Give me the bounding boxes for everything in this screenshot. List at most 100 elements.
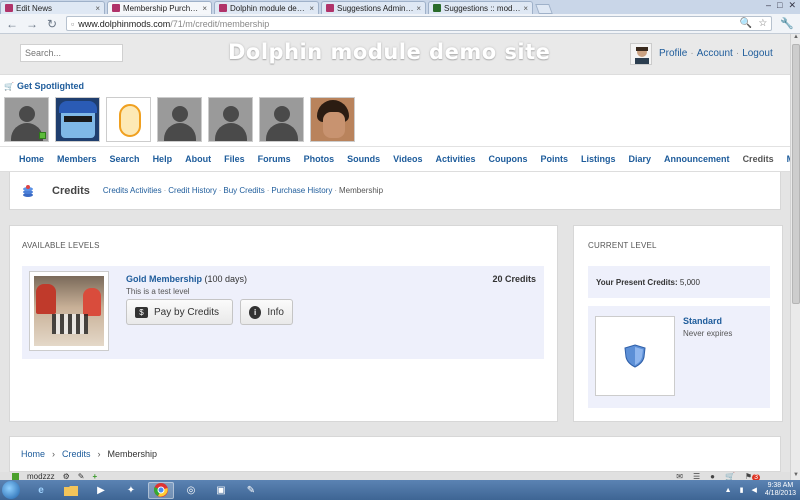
member-thumbnail[interactable] [310, 97, 355, 142]
system-clock[interactable]: 9:38 AM 4/18/2013 [765, 482, 796, 498]
settings-wrench-icon[interactable]: 🔧 [780, 17, 794, 30]
tab-label: Edit News [16, 3, 53, 13]
nav-search[interactable]: Search [110, 154, 140, 164]
browser-tab[interactable]: Dolphin module demo si...× [214, 1, 319, 14]
membership-level-card: Gold Membership (100 days) 20 Credits Th… [22, 266, 544, 359]
level-title: Gold Membership (100 days) [126, 274, 247, 284]
network-icon[interactable]: ▮ [740, 486, 744, 494]
start-button[interactable] [2, 481, 20, 499]
volume-icon[interactable]: ◀ [751, 486, 756, 494]
scroll-up-icon[interactable]: ▲ [791, 34, 800, 42]
app-icon[interactable]: ✦ [118, 482, 144, 499]
breadcrumb-home[interactable]: Home [21, 449, 45, 459]
member-thumbnail[interactable] [157, 97, 202, 142]
media-player-icon[interactable]: ▶ [88, 482, 114, 499]
bookmark-star-icon[interactable]: ☆ [758, 18, 767, 29]
site-favicon-icon [433, 4, 441, 12]
paint-icon[interactable]: ✎ [238, 482, 264, 499]
address-bar[interactable]: ▫ www.dolphinmods.com/71/m/credit/member… [66, 16, 773, 31]
window-controls: – □ ✕ [766, 0, 796, 11]
breadcrumb-current: Membership [107, 449, 158, 459]
current-level-panel: CURRENT LEVEL Your Present Credits: 5,00… [573, 225, 783, 422]
pay-by-credits-button[interactable]: $ Pay by Credits [126, 299, 233, 325]
tab-label: Suggestions :: modzzz's p... [444, 3, 521, 13]
site-search-input[interactable] [20, 44, 123, 62]
current-level-heading: CURRENT LEVEL [588, 241, 657, 250]
nav-files[interactable]: Files [224, 154, 245, 164]
nav-members[interactable]: Members [57, 154, 97, 164]
member-thumbnail[interactable] [208, 97, 253, 142]
maximize-icon[interactable]: □ [777, 0, 782, 11]
account-link[interactable]: Account [697, 48, 733, 59]
separator: · [218, 186, 222, 195]
minimize-icon[interactable]: – [766, 0, 771, 11]
buy-credits-link[interactable]: Buy Credits [223, 186, 264, 195]
tray-arrow-icon[interactable]: ▲ [725, 487, 732, 494]
site-title[interactable]: Dolphin module demo site [228, 40, 550, 64]
present-credits-row: Your Present Credits: 5,000 [588, 266, 770, 298]
level-thumbnail[interactable] [595, 316, 675, 396]
member-thumbnail[interactable] [259, 97, 304, 142]
cart-icon: 🛒 [4, 81, 14, 91]
section-submenu: Credits Credits Activities · Credit Histor… [9, 172, 781, 210]
window-close-icon[interactable]: ✕ [788, 0, 796, 11]
chrome-logo [154, 483, 168, 497]
browser-tab-active[interactable]: Membership Purchase × [107, 1, 212, 14]
window-app-icon[interactable]: ▣ [208, 482, 234, 499]
money-icon: $ [135, 306, 148, 318]
close-icon[interactable]: × [416, 4, 421, 13]
logout-link[interactable]: Logout [742, 48, 773, 59]
member-thumbnail[interactable] [4, 97, 49, 142]
forward-arrow-icon[interactable]: → [26, 17, 38, 31]
nav-help[interactable]: Help [153, 154, 173, 164]
level-name-link[interactable]: Gold Membership [126, 274, 202, 284]
browser-tab[interactable]: Edit News × [0, 1, 105, 14]
profile-link[interactable]: Profile [659, 48, 687, 59]
nav-home[interactable]: Home [19, 154, 44, 164]
new-tab-button[interactable] [535, 4, 553, 14]
nav-videos[interactable]: Videos [393, 154, 422, 164]
membership-current-item: Membership [339, 186, 384, 195]
spotlight-title[interactable]: 🛒 Get Spotlighted [4, 81, 84, 91]
close-icon[interactable]: × [202, 4, 207, 13]
folder-icon[interactable] [58, 482, 84, 499]
credit-history-link[interactable]: Credit History [168, 186, 216, 195]
nav-diary[interactable]: Diary [629, 154, 652, 164]
chess-players-image [34, 276, 104, 346]
browser-tab[interactable]: Suggestions Administrati...× [321, 1, 426, 14]
credits-activities-link[interactable]: Credits Activities [103, 186, 162, 195]
chrome-icon[interactable] [148, 481, 174, 499]
nav-coupons[interactable]: Coupons [489, 154, 528, 164]
nav-about[interactable]: About [185, 154, 211, 164]
tab-label: Suggestions Administrati... [337, 3, 414, 13]
nav-forums[interactable]: Forums [258, 154, 291, 164]
close-icon[interactable]: × [95, 4, 100, 13]
credits-coins-icon [23, 184, 33, 197]
scrollbar-thumb[interactable] [792, 44, 800, 304]
nav-photos[interactable]: Photos [304, 154, 335, 164]
page-scrollbar[interactable]: ▲ ▼ [790, 34, 800, 480]
user-avatar[interactable] [630, 43, 652, 65]
nav-sounds[interactable]: Sounds [347, 154, 380, 164]
member-thumbnail[interactable] [55, 97, 100, 142]
nav-activities[interactable]: Activities [435, 154, 475, 164]
breadcrumb-credits[interactable]: Credits [62, 449, 91, 459]
scroll-down-icon[interactable]: ▼ [791, 472, 800, 480]
zoom-icon[interactable]: 🔍 [740, 18, 752, 29]
info-button[interactable]: i Info [240, 299, 293, 325]
back-arrow-icon[interactable]: ← [6, 17, 18, 31]
nav-points[interactable]: Points [541, 154, 569, 164]
member-thumbnail[interactable] [106, 97, 151, 142]
close-icon[interactable]: × [309, 4, 314, 13]
nav-credits[interactable]: Credits [743, 154, 774, 164]
close-icon[interactable]: × [523, 4, 528, 13]
nav-announcement[interactable]: Announcement [664, 154, 730, 164]
ie-icon[interactable]: e [28, 482, 54, 499]
current-level-name[interactable]: Standard [683, 316, 722, 326]
nav-listings[interactable]: Listings [581, 154, 616, 164]
level-thumbnail[interactable] [29, 271, 109, 351]
reload-icon[interactable]: ↻ [46, 17, 58, 31]
browser-tab[interactable]: Suggestions :: modzzz's p...× [428, 1, 533, 14]
purchase-history-link[interactable]: Purchase History [271, 186, 332, 195]
app-icon[interactable]: ◎ [178, 482, 204, 499]
